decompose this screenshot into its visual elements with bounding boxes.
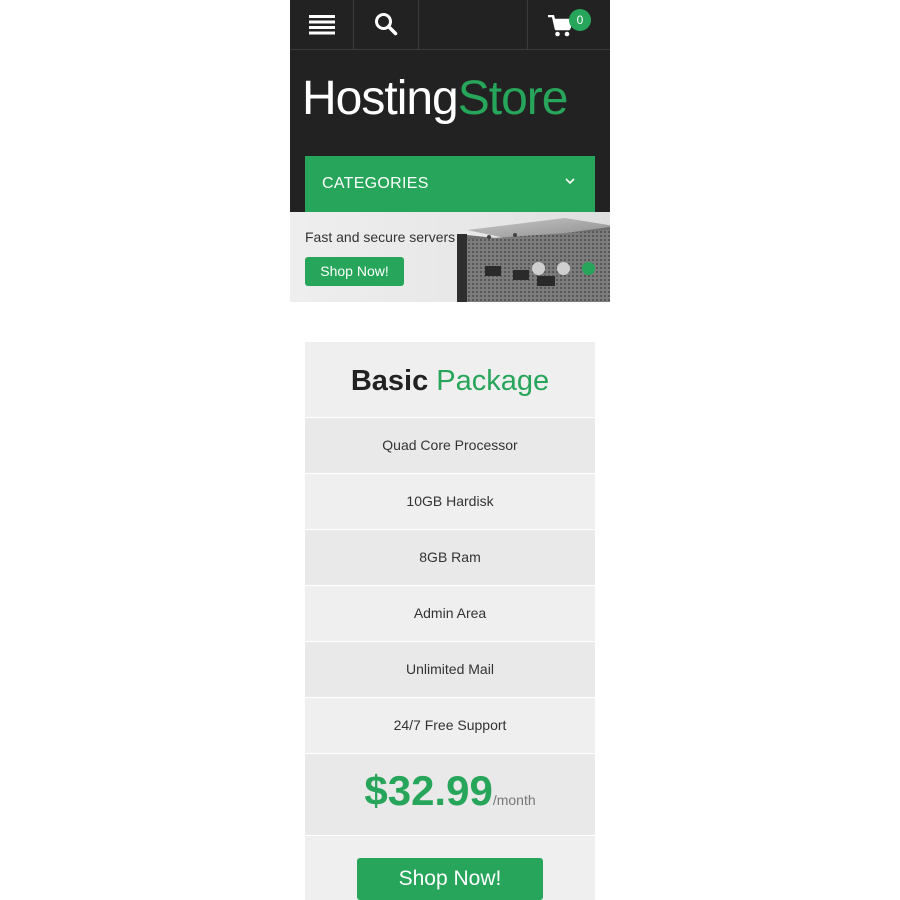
categories-dropdown[interactable]: CATEGORIES — [305, 156, 595, 212]
cart-count-badge: 0 — [569, 9, 591, 31]
feature-row: Unlimited Mail — [305, 642, 595, 698]
package-title-accent: Package — [436, 365, 550, 397]
top-bar: 0 — [290, 0, 610, 50]
feature-row: 10GB Hardisk — [305, 474, 595, 530]
categories-label: CATEGORIES — [322, 175, 429, 192]
pricing-table: Basic Package Quad Core Processor 10GB H… — [305, 342, 595, 900]
mobile-page: 0 HostingStore CATEGORIES Fast and secur… — [290, 0, 610, 900]
price-value: $32.99 — [364, 767, 493, 814]
feature-row: 24/7 Free Support — [305, 698, 595, 754]
chevron-down-icon — [565, 178, 575, 185]
hero-banner: Fast and secure servers Shop Now! — [290, 212, 610, 302]
cart-button[interactable]: 0 — [527, 0, 610, 50]
feature-row: 8GB Ram — [305, 530, 595, 586]
price-row: $32.99/month — [305, 754, 595, 836]
search-icon — [375, 13, 398, 36]
menu-button[interactable] — [290, 0, 354, 50]
package-title: Basic Package — [305, 342, 595, 418]
banner-shop-now-button[interactable]: Shop Now! — [305, 257, 404, 286]
hamburger-icon — [309, 15, 335, 35]
banner-text: Fast and secure servers — [305, 229, 456, 245]
slider-dot-2[interactable] — [557, 262, 570, 275]
site-logo[interactable]: HostingStore — [302, 70, 569, 128]
feature-row: Quad Core Processor — [305, 418, 595, 474]
search-button[interactable] — [354, 0, 419, 50]
package-shop-now-button[interactable]: Shop Now! — [357, 858, 543, 900]
slider-dot-1[interactable] — [532, 262, 545, 275]
feature-row: Admin Area — [305, 586, 595, 642]
logo-text-primary: Hosting — [302, 72, 459, 125]
slider-dot-3[interactable] — [582, 262, 595, 275]
price-period: /month — [492, 792, 536, 808]
package-title-primary: Basic — [350, 365, 429, 397]
logo-text-accent: Store — [457, 72, 569, 125]
header: HostingStore CATEGORIES — [290, 50, 610, 212]
server-image — [457, 218, 610, 302]
